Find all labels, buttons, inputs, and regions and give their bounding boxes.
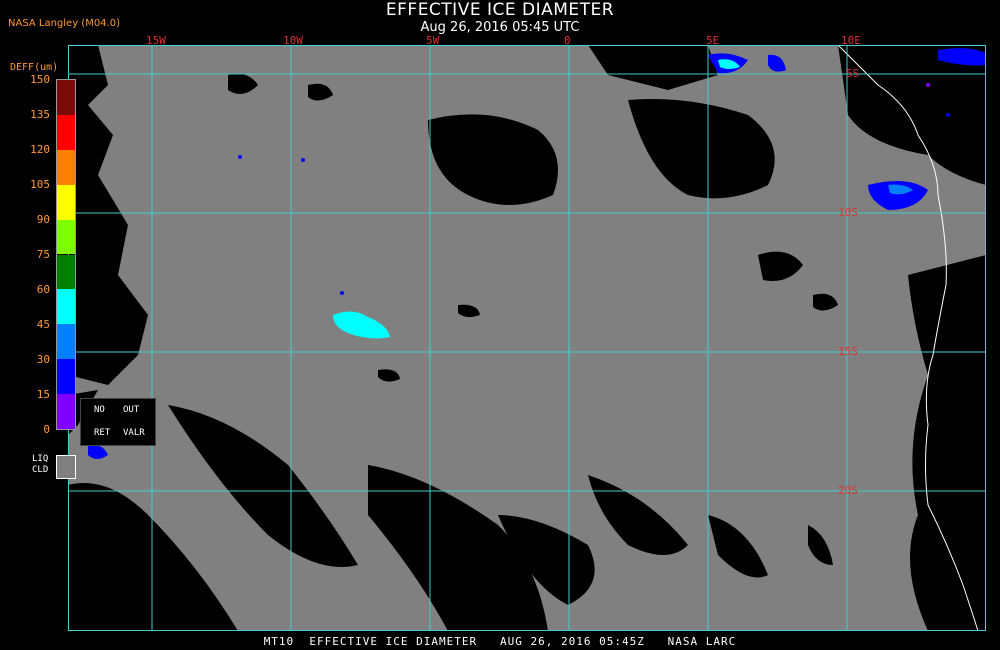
color-swatch bbox=[57, 149, 75, 185]
legend-tick: 105 bbox=[30, 178, 50, 191]
no-retrieval-out-of-range-legend: NO OUT RET VALR bbox=[80, 398, 156, 446]
liquid-cloud-label: LIQ CLD bbox=[32, 454, 48, 476]
effective-ice-diameter-map bbox=[68, 45, 986, 631]
valr-label: VALR bbox=[123, 428, 145, 438]
lon-label-5w: 5W bbox=[426, 34, 440, 47]
legend-tick: 30 bbox=[36, 353, 50, 366]
ret-label: RET bbox=[94, 428, 111, 438]
legend-tick: 0 bbox=[43, 423, 50, 436]
out-label: OUT bbox=[123, 405, 140, 415]
color-swatch bbox=[57, 289, 75, 325]
color-swatch bbox=[57, 359, 75, 395]
color-swatch bbox=[57, 114, 75, 150]
legend-tick: 90 bbox=[36, 213, 50, 226]
color-swatch bbox=[57, 394, 75, 429]
legend-tick: 45 bbox=[36, 318, 50, 331]
color-scale-bar bbox=[56, 79, 76, 430]
lat-label-15s: 15S bbox=[838, 345, 858, 358]
color-swatch bbox=[57, 80, 75, 115]
footer-caption: MT10 EFFECTIVE ICE DIAMETER AUG 26, 2016… bbox=[263, 635, 737, 648]
color-swatch bbox=[57, 324, 75, 360]
legend-tick: 120 bbox=[30, 143, 50, 156]
lon-label-10w: 10W bbox=[283, 34, 303, 47]
lon-label-10e: 10E bbox=[841, 34, 861, 47]
lon-label-0: 0 bbox=[564, 34, 571, 47]
lon-label-15w: 15W bbox=[146, 34, 166, 47]
legend-title: DEFF(um) bbox=[10, 62, 59, 73]
no-label: NO bbox=[94, 405, 105, 415]
legend-tick: 135 bbox=[30, 108, 50, 121]
color-swatch bbox=[57, 219, 75, 255]
cld-text: CLD bbox=[32, 465, 49, 475]
liq-text: LIQ bbox=[32, 454, 49, 464]
liquid-cloud-swatch bbox=[56, 455, 76, 479]
image-title: EFFECTIVE ICE DIAMETER bbox=[385, 0, 615, 20]
color-swatch bbox=[57, 184, 75, 220]
legend-tick: 150 bbox=[30, 73, 50, 86]
lon-label-5e: 5E bbox=[706, 34, 720, 47]
lat-label-20s: 20S bbox=[838, 484, 858, 497]
lat-label-5s: 5S bbox=[846, 67, 860, 80]
image-timestamp: Aug 26, 2016 05:45 UTC bbox=[420, 20, 580, 35]
legend-tick: 15 bbox=[36, 388, 50, 401]
agency-label: NASA Langley (M04.0) bbox=[8, 18, 120, 29]
legend-tick: 75 bbox=[36, 248, 50, 261]
legend-tick: 60 bbox=[36, 283, 50, 296]
color-swatch bbox=[57, 254, 75, 290]
satellite-image-viewer: EFFECTIVE ICE DIAMETER Aug 26, 2016 05:4… bbox=[0, 0, 1000, 650]
lat-label-10s: 10S bbox=[838, 206, 858, 219]
